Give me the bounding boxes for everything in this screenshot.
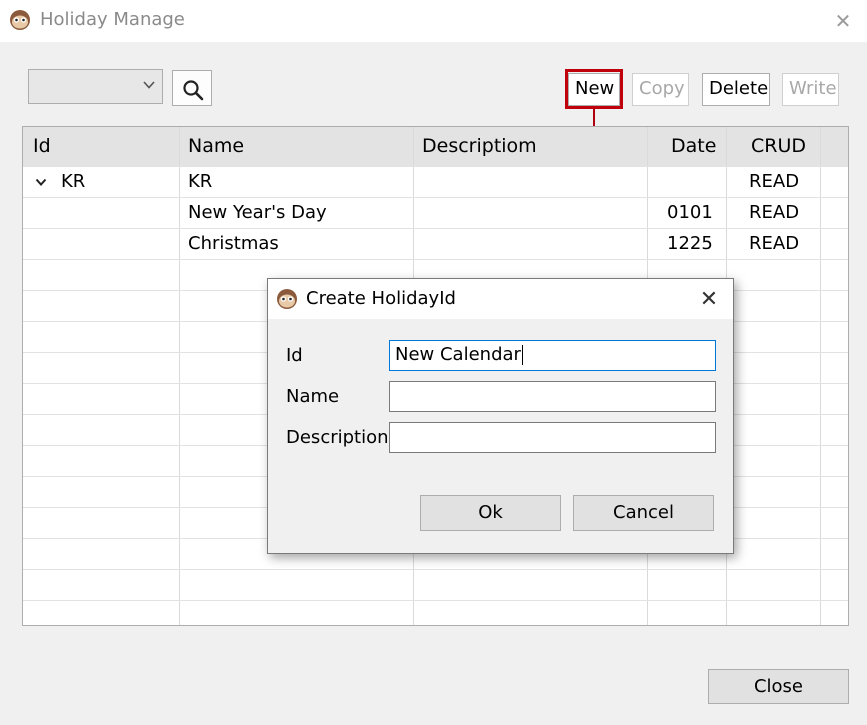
search-button[interactable]	[172, 70, 212, 106]
app-icon	[277, 289, 297, 309]
cell-name: KR	[188, 171, 213, 192]
column-header-description[interactable]: Descriptiom	[422, 127, 537, 166]
text-caret	[521, 345, 523, 365]
ok-button[interactable]: Ok	[420, 495, 561, 531]
create-holiday-dialog: Create HolidayId ✕ Id New Calendar Name …	[267, 278, 734, 554]
column-header-id[interactable]: Id	[33, 127, 51, 166]
grid-line	[23, 569, 848, 570]
grid-line	[820, 127, 821, 625]
window-close-icon[interactable]: ✕	[830, 8, 856, 34]
window-title: Holiday Manage	[40, 9, 185, 30]
table-header: Id Name Descriptiom Date CRUD	[23, 127, 848, 166]
column-header-name[interactable]: Name	[188, 127, 244, 166]
description-input[interactable]	[389, 422, 716, 453]
name-input[interactable]	[389, 381, 716, 412]
id-input[interactable]: New Calendar	[389, 340, 716, 371]
cell-name: New Year's Day	[188, 202, 327, 223]
app-icon	[10, 10, 30, 30]
cell-crud: READ	[749, 233, 800, 254]
copy-button[interactable]: Copy	[632, 73, 689, 106]
search-icon	[183, 80, 204, 101]
column-header-date[interactable]: Date	[671, 127, 716, 166]
table-row[interactable]: New Year's Day 0101 READ	[23, 197, 820, 228]
table-row[interactable]: Christmas 1225 READ	[23, 228, 820, 259]
cell-id: KR	[61, 171, 86, 192]
cell-crud: READ	[749, 202, 800, 223]
filter-combobox[interactable]	[28, 69, 163, 104]
window-titlebar: Holiday Manage ✕	[0, 0, 867, 42]
grid-line	[23, 600, 848, 601]
new-button-highlight	[565, 69, 623, 109]
close-button[interactable]: Close	[708, 669, 849, 704]
dialog-close-icon[interactable]: ✕	[696, 287, 722, 313]
delete-button[interactable]: Delete	[702, 73, 770, 106]
cell-name: Christmas	[188, 233, 279, 254]
column-header-crud[interactable]: CRUD	[751, 127, 806, 166]
cell-crud: READ	[749, 171, 800, 192]
grid-line	[23, 259, 848, 260]
description-label: Description	[286, 427, 389, 448]
cancel-button[interactable]: Cancel	[573, 495, 714, 531]
table-row[interactable]: KR KR READ	[23, 166, 820, 197]
dialog-title: Create HolidayId	[306, 288, 456, 309]
id-input-value: New Calendar	[395, 344, 521, 365]
cell-date: 0101	[667, 202, 713, 223]
name-label: Name	[286, 386, 340, 407]
id-label: Id	[286, 345, 303, 366]
chevron-down-icon	[143, 81, 155, 89]
dialog-titlebar: Create HolidayId ✕	[268, 279, 733, 319]
chevron-down-icon[interactable]	[35, 176, 47, 188]
write-button[interactable]: Write	[782, 73, 839, 106]
cell-date: 1225	[667, 233, 713, 254]
